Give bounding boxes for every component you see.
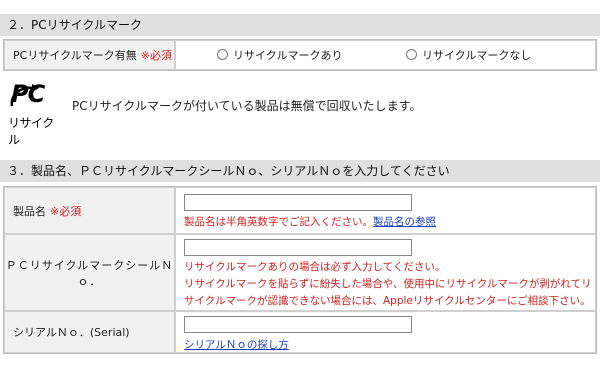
logo-recycle-text: リサイクル [8, 116, 54, 147]
section-header-product-info: ３．製品名、ＰＣリサイクルマークシールＮｏ、シリアルＮｏを入力してください [0, 160, 600, 182]
seal-number-value-cell: リサイクルマークありの場合は必ず入力してください。 リサイクルマークを貼らずに紛… [175, 234, 596, 311]
seal-note-line: サイクルマークが認識できない場合には、Appleリサイクルセンターにご相談下さい… [184, 295, 591, 307]
recycle-mark-options-cell: リサイクルマークあり リサイクルマークなし [175, 40, 596, 70]
product-name-input[interactable] [184, 194, 412, 211]
recycle-mark-label: PCリサイクルマーク有無 [13, 49, 137, 62]
pc-recycle-logo: PC リサイクル [8, 80, 64, 147]
logo-pc-text: PC [11, 80, 45, 108]
product-name-label: 製品名 [13, 204, 46, 218]
recycle-mark-label-cell: PCリサイクルマーク有無 ※必須 [4, 40, 175, 70]
radio-label: リサイクルマークあり [233, 48, 343, 62]
product-name-value-cell: 製品名は半角英数字でご記入ください。製品名の参照 [175, 187, 596, 234]
product-name-hint: 製品名は半角英数字でご記入ください。 [184, 216, 373, 228]
radio-label: リサイクルマークなし [421, 48, 532, 62]
product-name-note: 製品名は半角英数字でご記入ください。製品名の参照 [184, 214, 595, 231]
serial-number-label-cell: シリアルＮｏ．(Serial) [4, 311, 175, 353]
section-header-recycle-mark: ２．PCリサイクルマーク [0, 14, 600, 36]
product-name-label-cell: 製品名 ※必須 [4, 187, 175, 234]
seal-number-note: リサイクルマークありの場合は必ず入力してください。 リサイクルマークを貼らずに紛… [184, 259, 595, 310]
required-badge: ※必須 [50, 204, 82, 218]
required-badge: ※必須 [140, 49, 172, 62]
seal-note-line: リサイクルマークありの場合は必ず入力してください。 [184, 261, 446, 273]
serial-number-value-cell: シリアルＮｏの探し方 [175, 311, 596, 353]
product-name-reference-link[interactable]: 製品名の参照 [373, 216, 436, 228]
serial-number-row: シリアルＮｏ．(Serial) シリアルＮｏの探し方 [4, 311, 596, 353]
seal-number-label-cell: ＰＣリサイクルマークシールＮｏ． [4, 234, 175, 311]
recycle-note: PCリサイクルマークが付いている製品は無償で回収いたします。 [72, 99, 422, 113]
serial-number-input[interactable] [184, 316, 412, 333]
serial-number-label: シリアルＮｏ．(Serial) [13, 326, 130, 339]
seal-number-input[interactable] [184, 239, 412, 256]
seal-note-line: リサイクルマークを貼らずに紛失した場合や、使用中にリサイクルマークが剥がれてリ [184, 278, 592, 290]
product-info-table: 製品名 ※必須 製品名は半角英数字でご記入ください。製品名の参照 ＰＣリサイクルマ… [3, 186, 597, 354]
radio-button[interactable] [217, 49, 228, 61]
product-name-row: 製品名 ※必須 製品名は半角英数字でご記入ください。製品名の参照 [4, 187, 596, 234]
recycle-mark-table: PCリサイクルマーク有無 ※必須 リサイクルマークあり リサイクルマークなし [3, 39, 597, 71]
recycle-mark-row: PCリサイクルマーク有無 ※必須 リサイクルマークあり リサイクルマークなし [4, 40, 596, 70]
radio-button[interactable] [405, 49, 417, 61]
radio-recycle-mark-yes[interactable]: リサイクルマークあり [217, 47, 342, 63]
seal-number-label: ＰＣリサイクルマークシールＮｏ． [5, 258, 174, 288]
radio-recycle-mark-no[interactable]: リサイクルマークなし [405, 47, 532, 63]
serial-number-help-link[interactable]: シリアルＮｏの探し方 [184, 337, 289, 352]
seal-number-row: ＰＣリサイクルマークシールＮｏ． リサイクルマークありの場合は必ず入力してくださ… [4, 234, 596, 311]
